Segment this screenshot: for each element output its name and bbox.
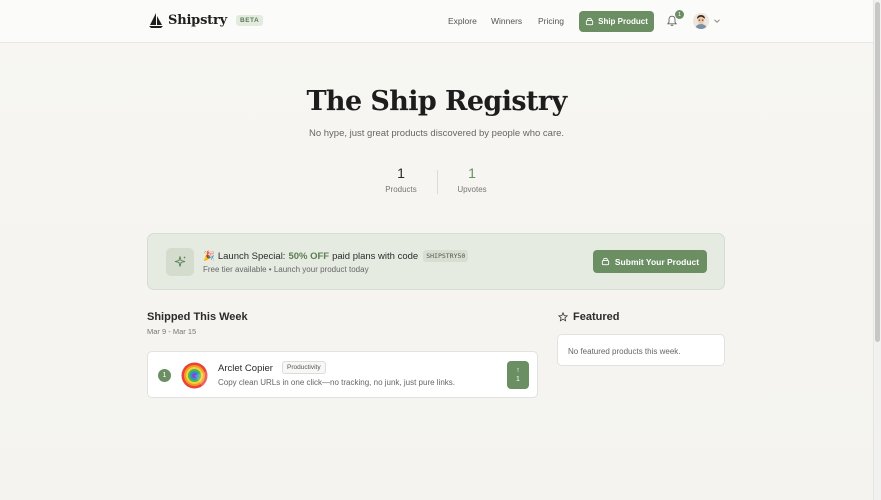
product-card[interactable]: 1 Arclet Copier Productivity Copy clean … — [147, 351, 538, 398]
party-icon: 🎉 — [203, 250, 215, 262]
featured-card: No featured products this week. — [557, 334, 725, 366]
notification-badge: 1 — [675, 10, 684, 19]
upvotes-label: Upvotes — [457, 185, 487, 194]
shipped-date-range: Mar 9 - Mar 15 — [147, 327, 197, 336]
arrow-up-icon: ↑ — [516, 367, 520, 374]
featured-empty-message: No featured products this week. — [568, 347, 681, 356]
upvotes-count: 1 — [468, 165, 476, 181]
featured-section-title: Featured — [558, 311, 619, 323]
upvote-button[interactable]: ↑ 1 — [507, 361, 529, 389]
nav-winners-link[interactable]: Winners — [491, 16, 522, 26]
products-label: Products — [385, 185, 417, 194]
category-tag[interactable]: Productivity — [282, 361, 326, 374]
upvotes-stat: 1 Upvotes — [442, 165, 502, 194]
product-name[interactable]: Arclet Copier — [218, 363, 273, 374]
promo-headline: 🎉 Launch Special: 50% OFF paid plans wit… — [203, 250, 469, 262]
ship-icon — [586, 17, 594, 26]
user-avatar-icon — [693, 13, 709, 29]
ship-product-label: Ship Product — [598, 17, 648, 26]
scrollbar-thumb[interactable] — [875, 2, 880, 342]
promo-suffix: paid plans with code — [332, 250, 419, 262]
sparkle-icon — [174, 256, 186, 267]
page-title: The Ship Registry — [306, 86, 567, 117]
promo-subline: Free tier available • Launch your produc… — [203, 265, 369, 274]
stat-divider — [437, 170, 438, 194]
submit-product-button[interactable]: Submit Your Product — [593, 250, 707, 273]
sailboat-icon — [149, 13, 163, 28]
scrollbar[interactable] — [873, 0, 881, 500]
upvote-count: 1 — [516, 376, 520, 383]
ship-icon — [601, 257, 609, 266]
products-stat: 1 Products — [371, 165, 431, 194]
brand-name: Shipstry — [168, 13, 227, 28]
product-description: Copy clean URLs in one click—no tracking… — [218, 378, 455, 387]
promo-prefix: Launch Special: — [217, 250, 286, 262]
rank-badge: 1 — [158, 369, 171, 382]
products-count: 1 — [397, 165, 405, 181]
ship-product-button[interactable]: Ship Product — [579, 11, 654, 32]
page-subtitle: No hype, just great products discovered … — [308, 128, 565, 139]
promo-discount: 50% OFF — [288, 250, 330, 262]
page: Shipstry BETA Explore Winners Pricing Sh… — [0, 0, 873, 500]
nav-pricing-link[interactable]: Pricing — [538, 16, 564, 26]
beta-badge: BETA — [236, 15, 264, 26]
product-logo-icon — [181, 362, 208, 389]
star-icon — [558, 312, 568, 322]
promo-icon-tile — [166, 248, 194, 276]
avatar[interactable] — [693, 13, 709, 29]
launch-special-banner: 🎉 Launch Special: 50% OFF paid plans wit… — [147, 233, 725, 290]
nav-explore-link[interactable]: Explore — [448, 16, 477, 26]
brand-logo[interactable]: Shipstry BETA — [148, 12, 264, 29]
shipped-section-title: Shipped This Week — [147, 311, 248, 323]
featured-title-text: Featured — [573, 311, 620, 323]
submit-product-label: Submit Your Product — [614, 256, 700, 267]
promo-code: SHIPSTRY50 — [423, 250, 469, 262]
top-nav-bar: Shipstry BETA Explore Winners Pricing Sh… — [0, 0, 873, 43]
chevron-down-icon[interactable] — [713, 17, 721, 25]
